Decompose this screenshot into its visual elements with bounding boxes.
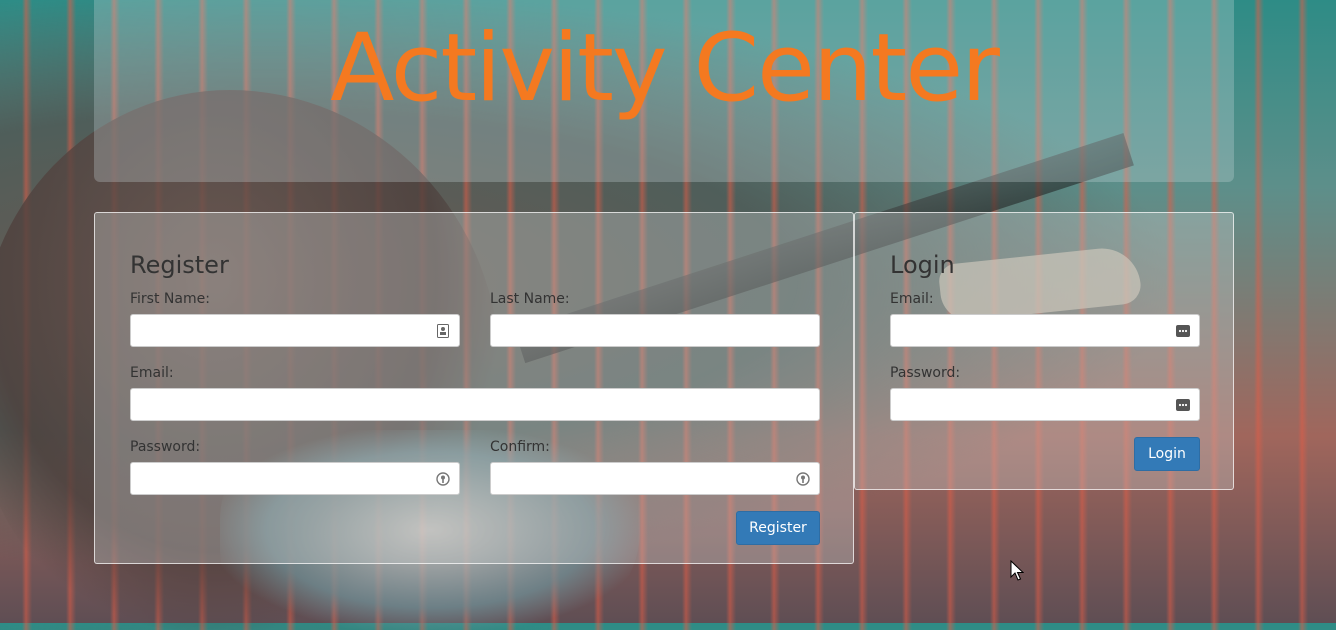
first-name-label: First Name: (130, 291, 210, 307)
key-icon[interactable] (435, 471, 450, 486)
header-panel: Activity Center (94, 0, 1234, 182)
register-email-input[interactable] (130, 388, 820, 421)
register-title: Register (130, 251, 229, 279)
register-password-input[interactable] (130, 462, 460, 495)
register-button[interactable]: Register (736, 511, 820, 545)
login-email-input[interactable] (890, 314, 1200, 347)
last-name-label: Last Name: (490, 291, 570, 307)
login-card: Login Email: Password: Login (854, 212, 1234, 490)
login-button[interactable]: Login (1134, 437, 1200, 471)
confirm-label: Confirm: (490, 439, 550, 455)
site-title: Activity Center (330, 14, 1000, 123)
first-name-input[interactable] (130, 314, 460, 347)
last-name-input[interactable] (490, 314, 820, 347)
login-password-input[interactable] (890, 388, 1200, 421)
confirm-password-input[interactable] (490, 462, 820, 495)
password-manager-icon[interactable] (1175, 397, 1190, 412)
contact-card-icon[interactable] (435, 323, 450, 338)
password-manager-icon[interactable] (1175, 323, 1190, 338)
key-icon[interactable] (795, 471, 810, 486)
login-email-label: Email: (890, 291, 934, 307)
login-title: Login (890, 251, 955, 279)
mouse-cursor-icon (1010, 560, 1024, 581)
register-card: Register First Name: Last Name: Email: P… (94, 212, 854, 564)
register-email-label: Email: (130, 365, 174, 381)
register-password-label: Password: (130, 439, 201, 455)
login-password-label: Password: (890, 365, 961, 381)
